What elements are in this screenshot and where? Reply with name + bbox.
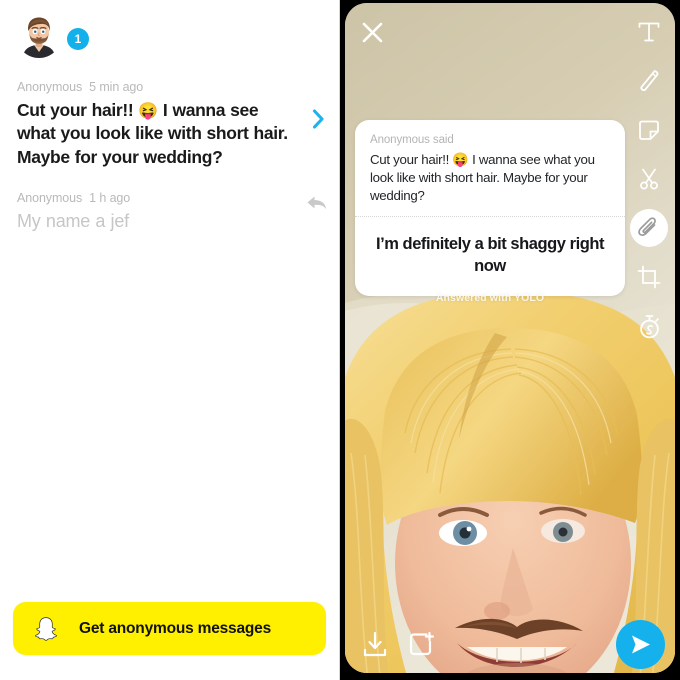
attachment-tool-button[interactable]: [629, 208, 669, 248]
selfie-photo: [345, 3, 675, 673]
send-button[interactable]: [616, 620, 665, 669]
message-meta: Anonymous 1 h ago: [17, 191, 299, 205]
scissors-tool-button[interactable]: [629, 159, 669, 199]
snap-banner-label: Get anonymous messages: [79, 619, 272, 637]
answer-text: I’m definitely a bit shaggy right now: [375, 235, 605, 275]
sticker-tool-button[interactable]: [629, 110, 669, 150]
reply-arrow-icon[interactable]: [306, 193, 328, 213]
pencil-icon: [640, 70, 659, 92]
crop-tool-button[interactable]: [629, 257, 669, 297]
scissors-icon: [640, 168, 658, 190]
avatar[interactable]: [16, 12, 62, 58]
message-time: 1 h ago: [89, 190, 131, 205]
question-text-part1: Cut your hair!!: [370, 152, 453, 167]
text-T-icon: [638, 22, 660, 42]
timer-icon: [639, 314, 659, 338]
inbox-panel: 1 Anonymous 5 min ago Cut your hair!! 😝 I…: [0, 0, 340, 680]
message-sender: Anonymous: [17, 190, 83, 205]
yolo-watermark: Answered with YOLO: [435, 292, 545, 304]
selfie-photo-image: [345, 3, 675, 673]
tongue-out-emoji: 😝: [452, 152, 469, 167]
draw-tool-button[interactable]: [629, 61, 669, 101]
editor-toolbar: [628, 12, 670, 355]
crop-icon: [637, 265, 661, 289]
get-anonymous-messages-button[interactable]: Get anonymous messages: [13, 602, 326, 655]
message-text: My name a jef: [17, 210, 129, 231]
snapchat-ghost-icon: [35, 616, 57, 641]
list-item[interactable]: Anonymous 1 h ago My name a jef: [0, 177, 339, 242]
timer-tool-button[interactable]: [629, 306, 669, 346]
add-to-story-icon[interactable]: [408, 631, 435, 658]
chevron-right-icon[interactable]: [311, 108, 327, 130]
anonymous-said-label: Anonymous said: [370, 134, 454, 146]
tongue-out-emoji: 😝: [138, 103, 158, 120]
message-list: Anonymous 5 min ago Cut your hair!! 😝 I w…: [0, 72, 339, 242]
message-meta: Anonymous 5 min ago: [17, 80, 299, 94]
download-icon[interactable]: [362, 631, 388, 658]
question-text: Cut your hair!! 😝 I wanna see what you l…: [370, 151, 610, 204]
sticker-icon: [639, 120, 659, 140]
message-text: Cut your hair!! 😝 I wanna see what you l…: [17, 99, 299, 169]
unread-badge: 1: [67, 28, 89, 50]
list-item[interactable]: Anonymous 5 min ago Cut your hair!! 😝 I w…: [0, 72, 339, 177]
paperclip-icon: [638, 217, 656, 236]
send-arrow-icon: [632, 635, 650, 654]
close-icon[interactable]: [360, 20, 385, 45]
message-sender: Anonymous: [17, 80, 83, 94]
question-section: Anonymous said Cut your hair!! 😝 I wanna…: [355, 120, 625, 218]
bitmoji-avatar-icon: [16, 12, 62, 58]
answer-card[interactable]: Anonymous said Cut your hair!! 😝 I wanna…: [355, 120, 625, 297]
text-tool-button[interactable]: [629, 12, 669, 52]
snap-preview-panel: Anonymous said Cut your hair!! 😝 I wanna…: [340, 0, 680, 680]
message-text-part1: Cut your hair!!: [17, 100, 139, 120]
app-root: 1 Anonymous 5 min ago Cut your hair!! 😝 I…: [0, 0, 680, 680]
message-time: 5 min ago: [89, 80, 144, 94]
avatar-row[interactable]: 1: [16, 12, 89, 58]
